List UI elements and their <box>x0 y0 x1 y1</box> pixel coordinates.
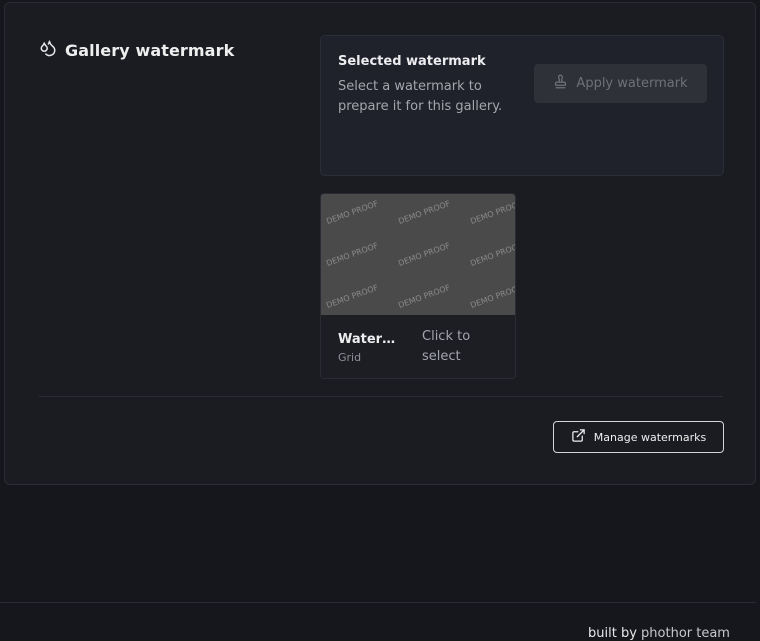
watermark-select-hint: Click to select <box>422 329 471 364</box>
apply-watermark-label: Apply watermark <box>576 76 688 91</box>
footer-team-link[interactable]: phothor team <box>641 626 730 641</box>
selected-watermark-description: Select a watermark to prepare it for thi… <box>338 79 503 114</box>
stamp-icon <box>553 74 568 93</box>
watermark-tile-text: DEMO PROOF <box>325 240 380 269</box>
divider <box>39 396 723 397</box>
watermark-option[interactable]: DEMO PROOF DEMO PROOF DEMO PROOF DEMO PROOF… <box>320 193 516 379</box>
manage-watermarks-button[interactable]: Manage watermarks <box>553 421 724 453</box>
watermark-name: Watermark <box>338 332 408 347</box>
watermark-type: Grid <box>338 351 362 364</box>
external-link-icon <box>571 428 586 446</box>
watermark-tile-text: DEMO PROOF <box>325 282 380 311</box>
footer-credit: built by phothor team <box>588 626 730 641</box>
watermark-tile-text: DEMO PROOF <box>397 198 452 227</box>
footer-divider <box>0 602 756 603</box>
watermark-tile-text: DEMO PROOF <box>469 282 516 311</box>
selected-watermark-panel: Selected watermark Select a watermark to… <box>320 35 724 176</box>
watermark-tile-text: DEMO PROOF <box>469 240 516 269</box>
watermark-tile-text: DEMO PROOF <box>325 198 380 227</box>
watermark-tile-text: DEMO PROOF <box>397 282 452 311</box>
watermark-tile-text: DEMO PROOF <box>397 240 452 269</box>
watermark-preview: DEMO PROOF DEMO PROOF DEMO PROOF DEMO PROOF… <box>321 194 516 315</box>
section-title: Gallery watermark <box>39 39 234 61</box>
page-title: Gallery watermark <box>65 40 235 60</box>
footer-prefix: built by <box>588 626 637 641</box>
manage-watermarks-label: Manage watermarks <box>593 430 707 444</box>
watermark-tile-text: DEMO PROOF <box>469 198 516 227</box>
selected-watermark-label: Selected watermark <box>338 54 486 69</box>
watermark-card: Gallery watermark Selected watermark Sel… <box>4 2 756 485</box>
droplets-icon <box>39 39 57 61</box>
apply-watermark-button[interactable]: Apply watermark <box>534 64 707 103</box>
